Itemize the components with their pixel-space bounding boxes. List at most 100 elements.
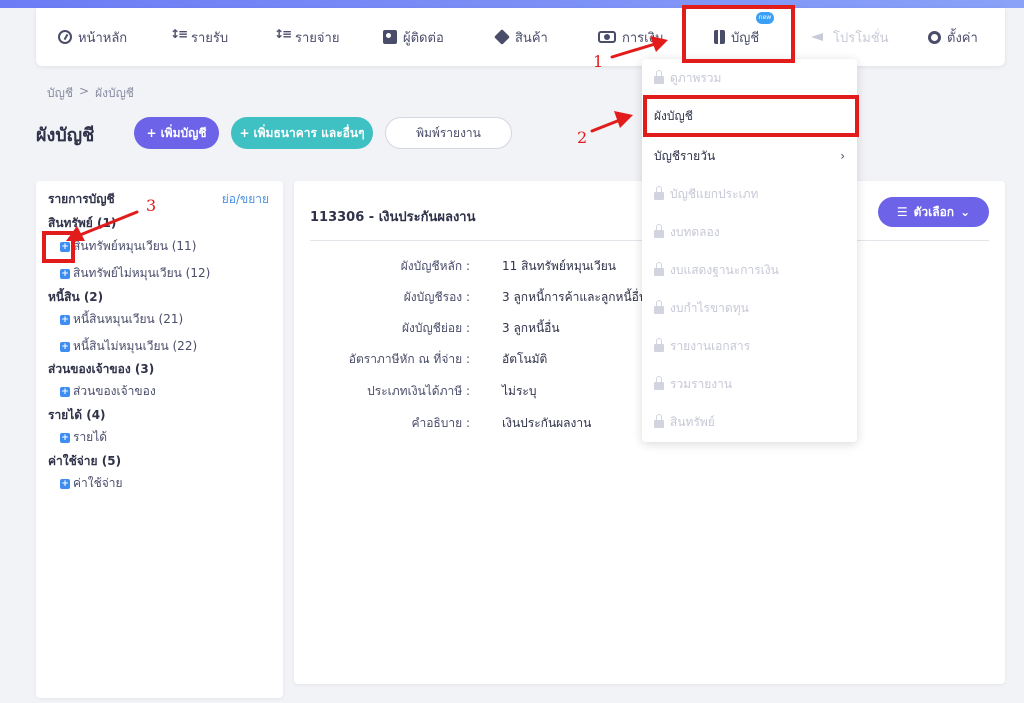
tree-item-revenue[interactable]: + รายได้ xyxy=(60,428,107,447)
annotation-box-accounting-menu xyxy=(682,5,795,63)
contact-icon xyxy=(383,30,397,44)
breadcrumb-separator: > xyxy=(79,84,90,98)
tree-group-liabilities[interactable]: หนี้สิน (2) xyxy=(48,288,103,307)
options-label: ตัวเลือก xyxy=(913,204,955,219)
menu-item-label: งบกำไรขาดทุน xyxy=(670,300,749,315)
breadcrumb: บัญชี > ผังบัญชี xyxy=(47,84,134,103)
nav-item-label: รายรับ xyxy=(191,30,229,46)
tree-group-label: หนี้สิน (2) xyxy=(48,290,104,304)
megaphone-icon xyxy=(811,30,827,44)
detail-value: อัตโนมัติ xyxy=(502,352,548,366)
add-account-button[interactable]: + เพิ่มบัญชี xyxy=(134,117,219,149)
detail-label: ผังบัญชีรอง : xyxy=(403,290,470,304)
tree-item-label: หนี้สินหมุนเวียน (21) xyxy=(73,312,184,326)
menu-item-label: ดูภาพรวม xyxy=(670,70,722,85)
tree-item-label: รายได้ xyxy=(73,430,108,444)
breadcrumb-root[interactable]: บัญชี xyxy=(47,84,73,103)
page-title: ผังบัญชี xyxy=(36,125,95,146)
nav-item-income[interactable]: รายรับ xyxy=(170,8,229,66)
expand-plus-icon[interactable]: + xyxy=(60,341,70,352)
expense-icon xyxy=(274,27,290,44)
tree-item-noncurrent-liabilities[interactable]: + หนี้สินไม่หมุนเวียน (22) xyxy=(60,337,197,356)
menu-item-ledger: บัญชีแยกประเภท xyxy=(642,175,857,213)
income-icon xyxy=(170,27,186,44)
options-button[interactable]: ☰ ตัวเลือก ⌄ xyxy=(878,197,989,227)
detail-label: อัตราภาษีหัก ณ ที่จ่าย : xyxy=(348,352,470,366)
annotation-number-2: 2 xyxy=(577,128,588,147)
nav-item-contacts[interactable]: ผู้ติดต่อ xyxy=(383,8,444,66)
nav-item-home[interactable]: หน้าหลัก xyxy=(58,8,127,66)
menu-item-label: งบทดลอง xyxy=(670,224,720,239)
menu-item-label: บัญชีรายวัน xyxy=(654,148,716,163)
chevron-right-icon: › xyxy=(840,149,845,163)
detail-label: ผังบัญชีหลัก : xyxy=(400,259,470,273)
detail-label: คำอธิบาย : xyxy=(411,416,470,430)
lock-icon xyxy=(654,70,664,84)
annotation-box-expand-button xyxy=(42,231,75,263)
tree-group-label: ค่าใช้จ่าย (5) xyxy=(48,454,122,468)
lock-icon xyxy=(654,338,664,352)
nav-item-finance[interactable]: การเงิน xyxy=(598,8,664,66)
expand-plus-icon[interactable]: + xyxy=(60,478,70,489)
tree-group-expenses[interactable]: ค่าใช้จ่าย (5) xyxy=(48,452,121,471)
nav-item-label: ผู้ติดต่อ xyxy=(403,30,444,46)
tree-item-label: สินทรัพย์ไม่หมุนเวียน (12) xyxy=(73,266,211,280)
tree-group-equity[interactable]: ส่วนของเจ้าของ (3) xyxy=(48,360,154,379)
detail-label: ประเภทเงินได้ภาษี : xyxy=(367,384,470,398)
add-bank-button[interactable]: + เพิ่มธนาคาร และอื่นๆ xyxy=(231,117,373,149)
menu-item-journal[interactable]: บัญชีรายวัน › xyxy=(642,137,857,175)
detail-value: 3 ลูกหนี้การค้าและลูกหนี้อื่น xyxy=(502,290,648,304)
lock-icon xyxy=(654,300,664,314)
product-box-icon xyxy=(494,29,510,45)
money-icon xyxy=(598,31,616,43)
expand-plus-icon[interactable]: + xyxy=(60,432,70,443)
tree-item-label: สินทรัพย์หมุนเวียน (11) xyxy=(73,239,197,253)
lock-icon xyxy=(654,376,664,390)
annotation-arrow-2 xyxy=(590,118,622,133)
menu-item-label: รวมรายงาน xyxy=(670,376,733,391)
print-report-label: พิมพ์รายงาน xyxy=(416,125,481,140)
chevron-down-icon: ⌄ xyxy=(960,205,971,219)
account-tree-title: รายการบัญชี xyxy=(48,192,115,206)
lock-icon xyxy=(654,224,664,238)
tree-item-noncurrent-assets[interactable]: + สินทรัพย์ไม่หมุนเวียน (12) xyxy=(60,264,210,283)
tree-item-current-assets[interactable]: + สินทรัพย์หมุนเวียน (11) xyxy=(60,237,196,256)
add-bank-label: เพิ่มธนาคาร และอื่นๆ xyxy=(253,125,365,140)
nav-item-label: รายจ่าย xyxy=(295,30,340,46)
nav-item-settings[interactable]: ตั้งค่า xyxy=(928,8,978,66)
tree-item-label: ส่วนของเจ้าของ xyxy=(73,384,156,398)
print-report-button[interactable]: พิมพ์รายงาน xyxy=(385,117,512,149)
nav-item-products[interactable]: สินค้า xyxy=(494,8,548,66)
account-detail-title: 113306 - เงินประกันผลงาน xyxy=(310,210,476,225)
menu-item-overview: ดูภาพรวม xyxy=(642,59,857,97)
menu-item-assets: สินทรัพย์ xyxy=(642,403,857,441)
menu-item-balance-sheet: งบแสดงฐานะการเงิน xyxy=(642,251,857,289)
tree-item-current-liabilities[interactable]: + หนี้สินหมุนเวียน (21) xyxy=(60,310,183,329)
nav-item-label: โปรโมชั่น xyxy=(833,30,889,46)
detail-value: เงินประกันผลงาน xyxy=(502,416,592,430)
detail-label: ผังบัญชีย่อย : xyxy=(401,321,470,335)
gear-icon xyxy=(928,30,941,44)
detail-value: 11 สินทรัพย์หมุนเวียน xyxy=(502,259,617,273)
expand-plus-icon[interactable]: + xyxy=(60,386,70,397)
annotation-box-chart-of-accounts xyxy=(643,95,859,137)
annotation-number-3: 3 xyxy=(146,196,157,215)
nav-item-expense[interactable]: รายจ่าย xyxy=(274,8,340,66)
lock-icon xyxy=(654,262,664,276)
menu-item-label: รายงานเอกสาร xyxy=(670,338,751,353)
expand-plus-icon[interactable]: + xyxy=(60,268,70,279)
menu-item-trial-balance: งบทดลอง xyxy=(642,213,857,251)
menu-lines-icon: ☰ xyxy=(896,205,908,219)
tree-group-label: รายได้ (4) xyxy=(48,408,106,422)
add-account-label: เพิ่มบัญชี xyxy=(160,125,207,140)
lock-icon xyxy=(654,414,664,428)
tree-group-revenue[interactable]: รายได้ (4) xyxy=(48,406,106,425)
plus-icon: + xyxy=(239,126,250,140)
collapse-expand-toggle[interactable]: ย่อ/ขยาย xyxy=(222,190,269,209)
tree-item-expenses[interactable]: + ค่าใช้จ่าย xyxy=(60,474,123,493)
expand-plus-icon[interactable]: + xyxy=(60,314,70,325)
tree-item-equity[interactable]: + ส่วนของเจ้าของ xyxy=(60,382,156,401)
nav-item-label: สินค้า xyxy=(515,30,548,46)
detail-value: 3 ลูกหนี้อื่น xyxy=(502,321,560,335)
nav-item-label: การเงิน xyxy=(622,30,664,46)
